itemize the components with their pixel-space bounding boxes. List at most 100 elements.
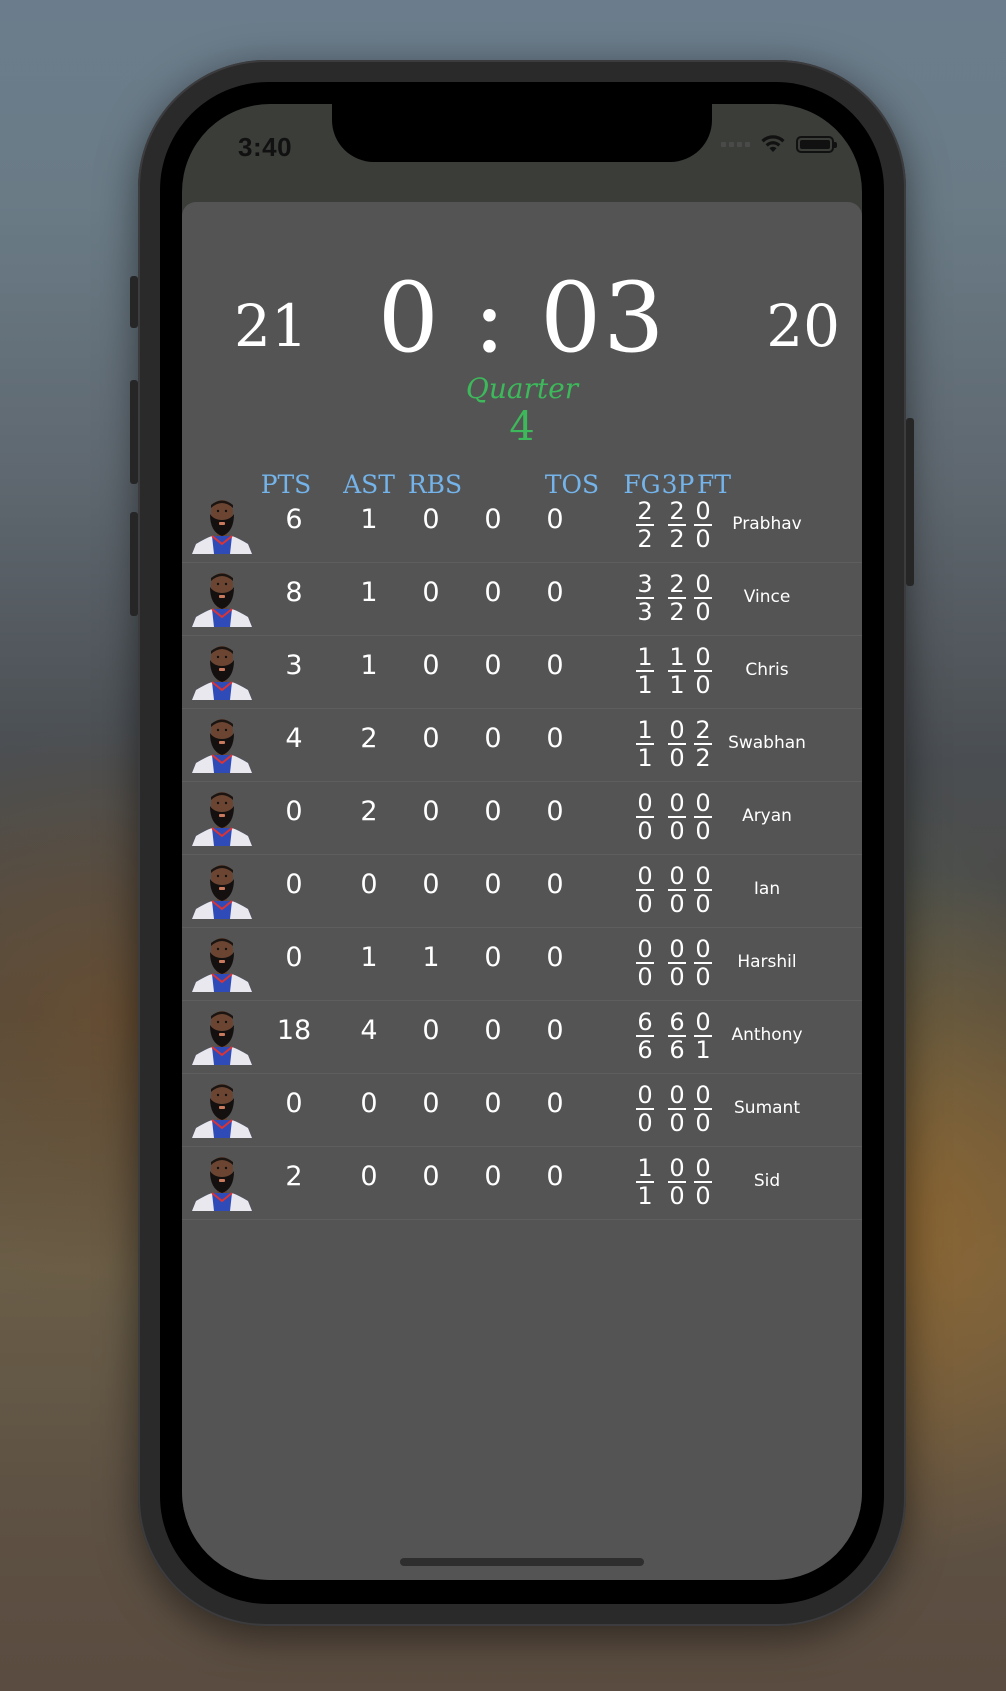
3p-attempted: 0 (669, 890, 685, 918)
player-avatar-icon (190, 717, 254, 773)
ft-made: 0 (695, 643, 711, 671)
player-row[interactable]: 0 2 0 0 0 0 0 0 0 0 0 Aryan (182, 782, 862, 855)
fg-made: 2 (637, 497, 653, 525)
stat-ast: 1 (360, 504, 378, 535)
3p-made: 0 (669, 935, 685, 963)
stat-pts: 0 (285, 1088, 303, 1119)
stat-col4: 0 (484, 1161, 502, 1192)
player-name: Ian (753, 879, 781, 899)
quarter-value: 4 (509, 404, 535, 450)
3p-made: 0 (669, 862, 685, 890)
volume-down-button (130, 512, 138, 616)
ft-attempted: 0 (695, 671, 711, 699)
3p-attempted: 0 (669, 1182, 685, 1210)
fg-attempted: 2 (637, 525, 653, 553)
player-name: Harshil (737, 952, 797, 972)
player-row[interactable]: 18 4 0 0 0 6 6 6 6 0 1 Anthony (182, 1001, 862, 1074)
stat-fg: 0 0 (634, 790, 656, 844)
3p-made: 2 (669, 570, 685, 598)
player-row[interactable]: 0 0 0 0 0 0 0 0 0 0 0 Ian (182, 855, 862, 928)
stat-rbs: 0 (422, 796, 440, 827)
status-time: 3:40 (238, 132, 293, 162)
stat-3p: 0 0 (666, 863, 688, 917)
status-icons (721, 134, 837, 154)
ft-made: 2 (695, 716, 711, 744)
screen: 3:40 21 0 : 03 20 Quarter 4 PTS AST RBS … (182, 104, 862, 1580)
stat-ast: 1 (360, 942, 378, 973)
stat-pts: 6 (285, 504, 303, 535)
ft-attempted: 0 (695, 525, 711, 553)
stat-rbs: 0 (422, 1015, 440, 1046)
player-name: Chris (745, 660, 789, 680)
fg-made: 6 (637, 1008, 653, 1036)
stat-tos: 0 (546, 577, 564, 608)
3p-attempted: 0 (669, 744, 685, 772)
fg-attempted: 1 (637, 671, 653, 699)
player-row[interactable]: 6 1 0 0 0 2 2 2 2 0 0 Prabhav (182, 490, 862, 563)
player-row[interactable]: 2 0 0 0 0 1 1 0 0 0 0 Sid (182, 1147, 862, 1220)
stat-tos: 0 (546, 723, 564, 754)
wifi-icon (761, 135, 785, 152)
player-row[interactable]: 0 0 0 0 0 0 0 0 0 0 0 Sumant (182, 1074, 862, 1147)
ft-made: 0 (695, 935, 711, 963)
ft-attempted: 1 (695, 1036, 711, 1064)
stat-col4: 0 (484, 796, 502, 827)
player-row[interactable]: 4 2 0 0 0 1 1 0 0 2 2 Swabhan (182, 709, 862, 782)
stat-pts: 4 (285, 723, 303, 754)
fg-attempted: 6 (637, 1036, 653, 1064)
stat-ft: 0 0 (692, 571, 714, 625)
stat-col4: 0 (484, 942, 502, 973)
ft-made: 0 (695, 497, 711, 525)
player-name: Aryan (742, 806, 792, 826)
stat-tos: 0 (546, 942, 564, 973)
boxscore-sheet: 21 0 : 03 20 Quarter 4 PTS AST RBS TOS F… (182, 202, 862, 1580)
ft-made: 0 (695, 1154, 711, 1182)
stat-tos: 0 (546, 1015, 564, 1046)
stat-fg: 1 1 (634, 1155, 656, 1209)
player-name: Prabhav (732, 514, 802, 534)
notch (332, 104, 712, 162)
stat-tos: 0 (546, 796, 564, 827)
mute-switch (130, 276, 138, 328)
stat-ft: 0 0 (692, 936, 714, 990)
stat-tos: 0 (546, 869, 564, 900)
stat-tos: 0 (546, 1088, 564, 1119)
ft-attempted: 0 (695, 598, 711, 626)
stat-ft: 0 0 (692, 1082, 714, 1136)
player-avatar-icon (190, 1082, 254, 1138)
fg-attempted: 0 (637, 817, 653, 845)
player-row[interactable]: 3 1 0 0 0 1 1 1 1 0 0 Chris (182, 636, 862, 709)
stat-fg: 0 0 (634, 936, 656, 990)
stat-ft: 2 2 (692, 717, 714, 771)
stat-3p: 0 0 (666, 1082, 688, 1136)
stat-ast: 0 (360, 869, 378, 900)
3p-made: 1 (669, 643, 685, 671)
stat-col4: 0 (484, 577, 502, 608)
stat-ft: 0 0 (692, 498, 714, 552)
stat-fg: 1 1 (634, 717, 656, 771)
player-name: Sumant (734, 1098, 800, 1118)
ft-attempted: 2 (695, 744, 711, 772)
fg-attempted: 1 (637, 744, 653, 772)
stat-ft: 0 0 (692, 644, 714, 698)
stat-col4: 0 (484, 1088, 502, 1119)
stat-ast: 1 (360, 577, 378, 608)
stat-3p: 0 0 (666, 1155, 688, 1209)
stat-3p: 2 2 (666, 498, 688, 552)
quarter-label: Quarter (465, 372, 579, 405)
stat-pts: 0 (285, 942, 303, 973)
fg-made: 0 (637, 1081, 653, 1109)
stat-col4: 0 (484, 869, 502, 900)
stat-rbs: 0 (422, 869, 440, 900)
stat-pts: 2 (285, 1161, 303, 1192)
stat-rbs: 0 (422, 504, 440, 535)
player-avatar-icon (190, 1009, 254, 1065)
player-avatar-icon (190, 571, 254, 627)
player-name: Vince (743, 587, 791, 607)
home-indicator[interactable] (400, 1558, 644, 1566)
player-row[interactable]: 0 1 1 0 0 0 0 0 0 0 0 Harshil (182, 928, 862, 1001)
player-row[interactable]: 8 1 0 0 0 3 3 2 2 0 0 Vince (182, 563, 862, 636)
fg-attempted: 0 (637, 1109, 653, 1137)
stat-rbs: 0 (422, 723, 440, 754)
away-score: 20 (766, 292, 840, 360)
